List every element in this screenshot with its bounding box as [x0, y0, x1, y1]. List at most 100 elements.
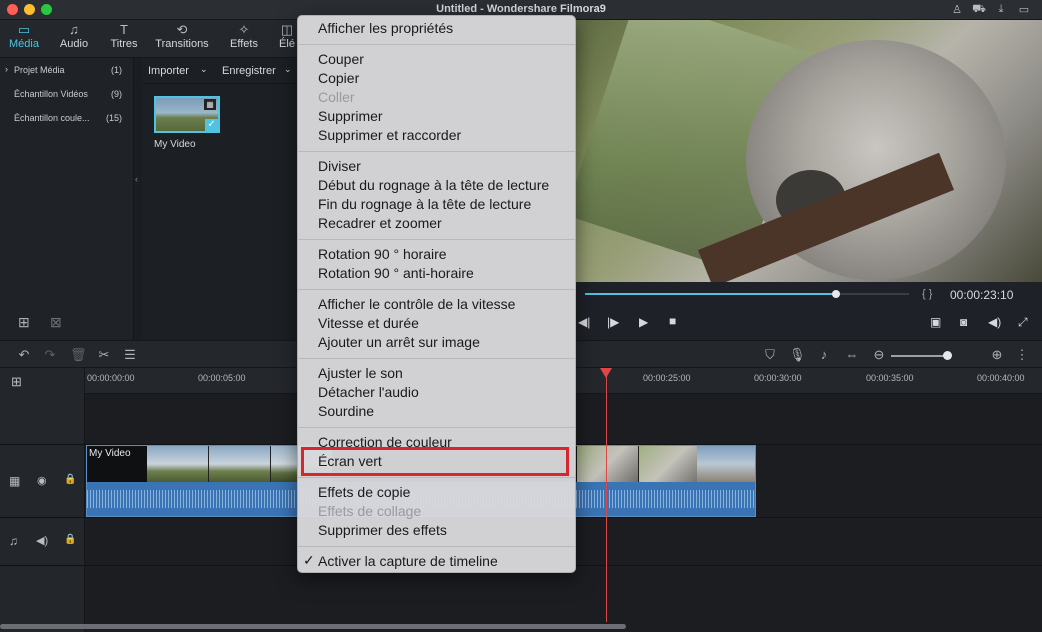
playhead-handle[interactable] [600, 368, 612, 378]
step-back-icon[interactable]: ◀| [578, 315, 590, 329]
menu-separator [298, 477, 575, 478]
undo-icon[interactable]: ↶ [16, 347, 32, 363]
display-settings-icon[interactable]: ▣ [930, 315, 941, 329]
menu-separator [298, 151, 575, 152]
menu-item-remove-effects[interactable]: Supprimer des effets [318, 521, 447, 540]
zoom-in-icon[interactable]: ⊕ [989, 347, 1005, 363]
marker-icon[interactable]: ⛉ [762, 347, 778, 363]
lock-icon[interactable]: 🔒 [64, 534, 76, 545]
menu-item-trim-end[interactable]: Fin du rognage à la tête de lecture [318, 195, 531, 214]
library-item-project-media[interactable]: › Projet Média (1) [0, 60, 134, 80]
menu-item-paste[interactable]: Coller [318, 88, 355, 107]
microphone-icon[interactable]: 🎙 [789, 347, 806, 363]
fit-timeline-icon[interactable]: ⇔ [844, 347, 860, 362]
media-thumbnail[interactable]: ▦ ✓ [154, 96, 220, 133]
chevron-down-icon[interactable]: ⌄ [284, 64, 292, 75]
menu-item-rotate-cw[interactable]: Rotation 90 ° horaire [318, 245, 447, 264]
zoom-out-icon[interactable]: ⊖ [871, 347, 887, 363]
account-icon[interactable]: ♙ [950, 3, 964, 16]
play-icon[interactable]: ▶ [639, 315, 648, 329]
speaker-icon[interactable]: ◀) [36, 534, 48, 547]
tab-label: Média [9, 38, 39, 50]
tab-media[interactable]: ▭ Média [2, 20, 46, 58]
library-item-label: Échantillon coule... [14, 113, 90, 123]
effects-icon: ✧ [238, 22, 250, 37]
clip-frame [147, 446, 209, 482]
menu-item-paste-effects[interactable]: Effets de collage [318, 502, 421, 521]
new-folder-icon[interactable]: ⊞ [18, 314, 30, 331]
menu-item-speed-control[interactable]: Afficher le contrôle de la vitesse [318, 295, 515, 314]
track-headers: ⊞ ▦ ◉ 🔒 ♫ ◀) 🔒 [0, 368, 85, 632]
menu-item-split[interactable]: Diviser [318, 157, 361, 176]
fullscreen-icon[interactable]: ⤢ [1018, 315, 1028, 330]
mark-in-out-icon[interactable]: { } [922, 288, 932, 300]
timecode: 00:00:23:10 [950, 288, 1014, 302]
menu-item-timeline-snapping[interactable]: Activer la capture de timeline [318, 552, 498, 571]
playhead-line [606, 368, 607, 622]
menu-item-copy[interactable]: Copier [318, 69, 359, 88]
split-icon[interactable]: ✂ [96, 347, 112, 363]
clip-frame [697, 446, 755, 482]
playback-progress-track [835, 293, 909, 295]
volume-icon[interactable]: ◀) [988, 315, 1001, 329]
zoom-slider-handle[interactable] [943, 351, 952, 360]
delete-icon[interactable]: 🗑 [70, 347, 87, 363]
panel-grip-icon[interactable]: ⋮ [1014, 347, 1030, 363]
menu-item-mute[interactable]: Sourdine [318, 402, 374, 421]
ruler-tick-label: 00:00:40:00 [977, 373, 1025, 383]
ruler-tick-label: 00:00:25:00 [643, 373, 691, 383]
audio-mixer-icon[interactable]: ♪ [816, 347, 832, 362]
menu-item-freeze-frame[interactable]: Ajouter un arrêt sur image [318, 333, 480, 352]
fullscreen-toggle-icon[interactable]: ▭ [1017, 3, 1031, 16]
menu-item-adjust-audio[interactable]: Ajuster le son [318, 364, 403, 383]
library-item-sample-colors[interactable]: Échantillon coule... (15) [0, 108, 134, 128]
menu-item-detach-audio[interactable]: Détacher l'audio [318, 383, 419, 402]
import-button[interactable]: Importer [148, 65, 189, 77]
clip-name: My Video [89, 448, 131, 459]
lock-icon[interactable]: 🔒 [64, 474, 76, 485]
tab-effects[interactable]: ✧ Effets [222, 20, 266, 58]
library-collapse-handle[interactable]: ‹ [134, 58, 142, 340]
cart-icon[interactable]: ⛟ [972, 3, 986, 17]
menu-item-speed-duration[interactable]: Vitesse et durée [318, 314, 419, 333]
menu-item-copy-effects[interactable]: Effets de copie [318, 483, 410, 502]
redo-icon[interactable]: ↷ [42, 347, 58, 363]
tab-audio[interactable]: ♫ Audio [52, 20, 96, 58]
record-button[interactable]: Enregistrer [222, 65, 276, 77]
library-item-count: (9) [111, 89, 122, 99]
tab-label: Titres [110, 38, 138, 50]
tab-label: Audio [59, 38, 89, 50]
stop-icon[interactable]: ■ [669, 314, 676, 328]
menu-separator [298, 427, 575, 428]
timeline-scrollbar[interactable] [0, 624, 626, 629]
playback-scrubber-handle[interactable] [832, 290, 840, 298]
ruler-tick-label: 00:00:05:00 [198, 373, 246, 383]
menu-item-crop-zoom[interactable]: Recadrer et zoomer [318, 214, 442, 233]
playback-controls: { } 00:00:23:10 ◀| |▶ ▶ ■ ▣ ◙ ◀) ⤢ [576, 282, 1042, 340]
tab-titles[interactable]: T Titres [102, 20, 146, 58]
tab-transitions[interactable]: ⟲ Transitions [150, 20, 214, 58]
menu-item-ripple-delete[interactable]: Supprimer et raccorder [318, 126, 461, 145]
menu-item-delete[interactable]: Supprimer [318, 107, 383, 126]
menu-item-cut[interactable]: Couper [318, 50, 364, 69]
adjust-icon[interactable]: ☰ [122, 347, 138, 363]
transition-icon: ⟲ [176, 22, 188, 37]
library-item-label: Échantillon Vidéos [14, 89, 88, 99]
video-preview [576, 20, 1042, 282]
chevron-down-icon[interactable]: ⌄ [200, 64, 208, 75]
tab-label: Transitions [155, 38, 209, 50]
snapshot-icon[interactable]: ◙ [960, 315, 967, 329]
menu-item-trim-start[interactable]: Début du rognage à la tête de lecture [318, 176, 549, 195]
delete-folder-icon[interactable]: ⊠ [50, 314, 62, 331]
step-forward-icon[interactable]: |▶ [607, 315, 619, 329]
clip-frame [209, 446, 271, 482]
music-note-icon: ♫ [69, 22, 79, 37]
playback-progress-fill [585, 293, 835, 295]
library-item-sample-videos[interactable]: Échantillon Vidéos (9) [0, 84, 134, 104]
add-track-icon[interactable]: ⊞ [11, 374, 22, 390]
eye-icon[interactable]: ◉ [37, 474, 47, 487]
menu-item-rotate-ccw[interactable]: Rotation 90 ° anti-horaire [318, 264, 474, 283]
zoom-slider-track[interactable] [891, 355, 947, 357]
menu-item-show-properties[interactable]: Afficher les propriétés [318, 19, 453, 38]
download-icon[interactable]: ⤓ [994, 3, 1008, 16]
